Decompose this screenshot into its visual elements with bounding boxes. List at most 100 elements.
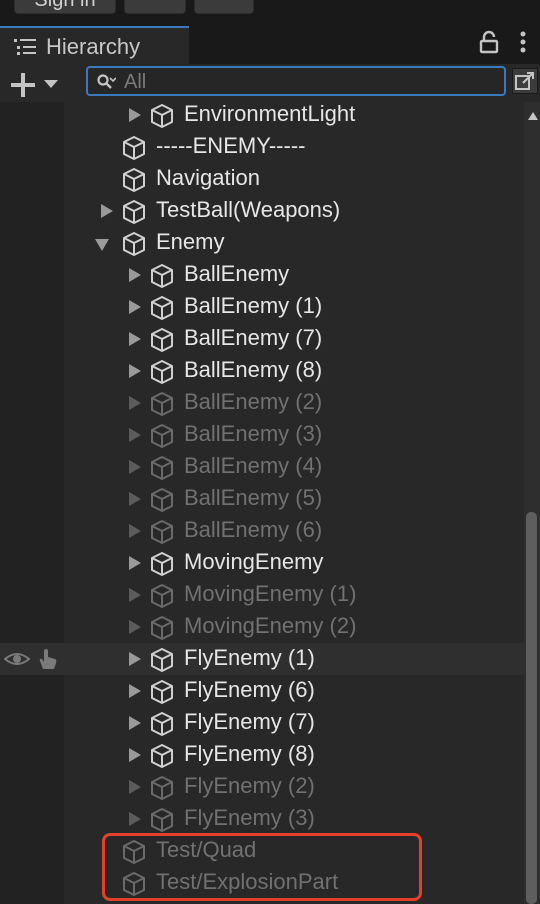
hierarchy-item-label: BallEnemy (5)	[184, 485, 323, 510]
hierarchy-item[interactable]: BallEnemy (3)	[0, 419, 524, 451]
gameobject-cube-icon	[151, 424, 173, 448]
layers-button[interactable]	[194, 0, 254, 14]
gameobject-cube-icon	[123, 136, 145, 160]
hierarchy-item[interactable]: Test/Quad	[0, 835, 524, 867]
search-icon	[97, 74, 116, 89]
hierarchy-item-label: FlyEnemy (7)	[184, 709, 315, 734]
hierarchy-item[interactable]: FlyEnemy (3)	[0, 803, 524, 835]
gameobject-cube-icon	[151, 776, 173, 800]
hierarchy-item[interactable]: FlyEnemy (2)	[0, 771, 524, 803]
hierarchy-item[interactable]: BallEnemy (1)	[0, 291, 524, 323]
gameobject-cube-icon	[123, 200, 145, 224]
scrollbar-thumb[interactable]	[526, 512, 537, 904]
hierarchy-item-label: MovingEnemy (2)	[184, 613, 357, 638]
hierarchy-item[interactable]: MovingEnemy (2)	[0, 611, 524, 643]
hierarchy-item[interactable]: Test/ExplosionPart	[0, 867, 524, 899]
hierarchy-item[interactable]: MovingEnemy (1)	[0, 579, 524, 611]
hierarchy-item[interactable]: Enemy	[0, 227, 524, 259]
hierarchy-item-label: Test/ExplosionPart	[156, 869, 339, 894]
expand-triangle-icon[interactable]	[129, 364, 141, 378]
hierarchy-item-label: -----ENEMY-----	[156, 133, 306, 158]
gameobject-cube-icon	[151, 520, 173, 544]
expand-triangle-icon[interactable]	[129, 492, 141, 506]
expand-triangle-icon[interactable]	[101, 204, 113, 218]
gameobject-cube-icon	[151, 648, 173, 672]
expand-triangle-icon[interactable]	[129, 396, 141, 410]
expand-triangle-icon[interactable]	[129, 748, 141, 762]
expand-triangle-icon[interactable]	[129, 300, 141, 314]
hierarchy-item-label: MovingEnemy	[184, 549, 324, 574]
expand-triangle-icon[interactable]	[129, 556, 141, 570]
hierarchy-item-label: Enemy	[156, 229, 225, 254]
open-window-icon	[515, 72, 534, 90]
gameobject-cube-icon	[151, 712, 173, 736]
gameobject-cube-icon	[151, 104, 173, 128]
vertical-scrollbar[interactable]	[524, 102, 540, 904]
kebab-menu-icon[interactable]	[514, 30, 532, 54]
expand-triangle-icon[interactable]	[129, 588, 141, 602]
gameobject-cube-icon	[151, 488, 173, 512]
hamburger-list-icon	[14, 39, 36, 55]
hierarchy-item[interactable]: TestBall(Weapons)	[0, 195, 524, 227]
gameobject-cube-icon	[151, 360, 173, 384]
lock-icon[interactable]	[478, 30, 500, 54]
expand-triangle-icon[interactable]	[129, 108, 141, 122]
expand-triangle-icon[interactable]	[129, 780, 141, 794]
expand-triangle-icon[interactable]	[129, 268, 141, 282]
hierarchy-item[interactable]: -----ENEMY-----	[0, 131, 524, 163]
gameobject-cube-icon	[151, 296, 173, 320]
plus-icon[interactable]	[10, 72, 36, 98]
expand-triangle-icon[interactable]	[129, 716, 141, 730]
search-field[interactable]	[86, 66, 506, 96]
expand-triangle-open-icon[interactable]	[95, 239, 109, 251]
toolbar-button[interactable]	[124, 0, 186, 14]
hierarchy-item[interactable]: MovingEnemy	[0, 547, 524, 579]
hierarchy-item[interactable]: FlyEnemy (1)	[0, 643, 524, 675]
expand-triangle-icon[interactable]	[129, 812, 141, 826]
chevron-down-icon[interactable]	[44, 80, 58, 88]
hierarchy-item[interactable]: EnvironmentLight	[0, 99, 524, 131]
visibility-eye-icon[interactable]	[4, 649, 30, 669]
hierarchy-item-label: BallEnemy (3)	[184, 421, 323, 446]
gameobject-cube-icon	[151, 328, 173, 352]
gameobject-cube-icon	[151, 808, 173, 832]
hierarchy-item-label: BallEnemy (2)	[184, 389, 323, 414]
expand-triangle-icon[interactable]	[129, 460, 141, 474]
open-window-button[interactable]	[512, 68, 538, 94]
gameobject-cube-icon	[151, 584, 173, 608]
tab-hierarchy[interactable]: Hierarchy	[0, 26, 189, 64]
tab-title: Hierarchy	[46, 34, 141, 59]
expand-triangle-icon[interactable]	[129, 684, 141, 698]
search-input[interactable]	[122, 70, 496, 94]
pickable-hand-icon[interactable]	[36, 647, 60, 671]
gameobject-cube-icon	[151, 264, 173, 288]
gameobject-cube-icon	[123, 872, 145, 896]
hierarchy-item-label: BallEnemy (4)	[184, 453, 323, 478]
expand-triangle-icon[interactable]	[129, 652, 141, 666]
expand-triangle-icon[interactable]	[129, 332, 141, 346]
gameobject-cube-icon	[151, 744, 173, 768]
gameobject-cube-icon	[151, 616, 173, 640]
hierarchy-item[interactable]: BallEnemy (8)	[0, 355, 524, 387]
sign-in-button[interactable]: Sign in	[14, 0, 116, 14]
hierarchy-item[interactable]: Navigation	[0, 163, 524, 195]
expand-triangle-icon[interactable]	[129, 620, 141, 634]
expand-triangle-icon[interactable]	[129, 428, 141, 442]
hierarchy-item-label: Navigation	[156, 165, 260, 190]
hierarchy-item[interactable]: BallEnemy (4)	[0, 451, 524, 483]
hierarchy-item-label: FlyEnemy (1)	[184, 645, 315, 670]
hierarchy-item[interactable]: BallEnemy	[0, 259, 524, 291]
hierarchy-item[interactable]: BallEnemy (6)	[0, 515, 524, 547]
hierarchy-item[interactable]: BallEnemy (2)	[0, 387, 524, 419]
hierarchy-item[interactable]: FlyEnemy (7)	[0, 707, 524, 739]
hierarchy-item[interactable]: FlyEnemy (8)	[0, 739, 524, 771]
scroll-up-arrow-icon[interactable]	[528, 112, 538, 120]
hierarchy-item-label: FlyEnemy (6)	[184, 677, 315, 702]
hierarchy-item[interactable]: FlyEnemy (6)	[0, 675, 524, 707]
hierarchy-item-label: BallEnemy (8)	[184, 357, 323, 382]
expand-triangle-icon[interactable]	[129, 524, 141, 538]
gameobject-cube-icon	[151, 456, 173, 480]
hierarchy-item[interactable]: BallEnemy (5)	[0, 483, 524, 515]
hierarchy-item[interactable]: BallEnemy (7)	[0, 323, 524, 355]
gameobject-cube-icon	[151, 552, 173, 576]
